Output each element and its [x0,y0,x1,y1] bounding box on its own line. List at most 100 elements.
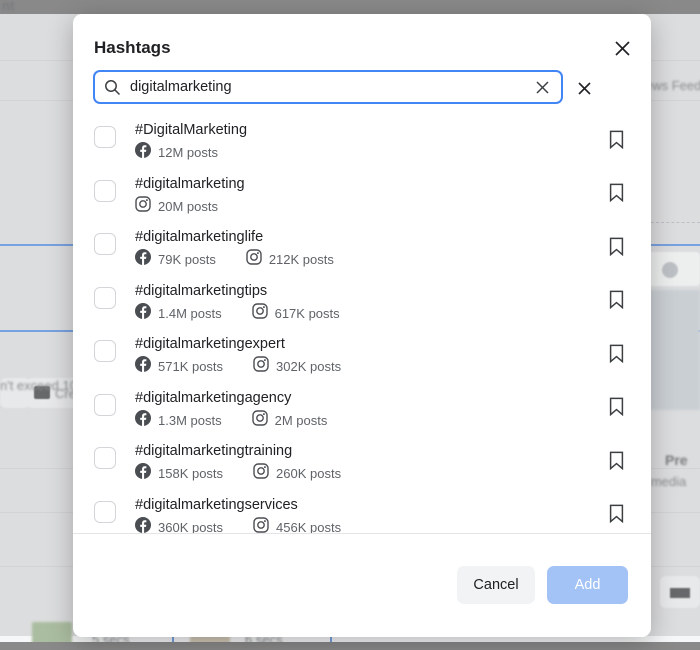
facebook-icon [135,142,151,163]
platform-stat: 571K posts [135,356,223,377]
hashtag-row[interactable]: #digitalmarketingtraining 158K posts 260K … [73,435,651,489]
hashtag-label: #digitalmarketingexpert [135,336,285,352]
hashtag-stats: 1.3M posts 2M posts [135,409,605,431]
platform-stat: 1.4M posts [135,302,222,324]
instagram-icon [253,463,269,484]
post-count: 12M posts [158,145,218,160]
hashtag-checkbox[interactable] [94,233,116,255]
hashtag-rows: #DigitalMarketing 12M posts #digitalmarket… [73,114,651,534]
hashtag-stats: 79K posts 212K posts [135,249,605,270]
hashtag-row-content: #digitalmarketingservices 360K posts 456K … [135,496,605,534]
post-count: 2M posts [274,412,328,428]
hashtag-checkbox[interactable] [94,447,116,469]
platform-stat: 2M posts [251,409,328,431]
post-count: 79K posts [158,252,216,267]
platform-stat: 456K posts [253,516,342,534]
platform-stat: 1.3M posts [135,409,222,431]
post-count: 302K posts [276,359,342,374]
hashtag-row[interactable]: #digitalmarketingexpert 571K posts 302K po… [73,328,651,382]
instagram-icon [135,195,151,217]
hashtag-stats: 1.4M posts 617K posts [135,302,605,324]
hashtag-label: #digitalmarketing [135,175,245,192]
hashtag-stats: 12M posts [135,142,605,163]
facebook-icon [135,356,151,377]
hashtag-label: #DigitalMarketing [135,122,248,138]
hashtag-stats: 158K posts 260K posts [135,463,605,484]
post-count: 1.3M posts [158,412,222,428]
dialog-header: Hashtags [73,14,651,68]
bookmark-icon[interactable] [605,182,627,204]
platform-stat: 302K posts [253,356,341,377]
hashtag-results-list[interactable]: #DigitalMarketing 12M posts #digitalmarket… [73,114,651,534]
search-input[interactable] [130,79,529,95]
post-count: 212K posts [268,252,334,267]
platform-stat: 360K posts [135,516,224,534]
clear-search-icon[interactable] [529,74,555,100]
platform-stat: 260K posts [253,463,341,484]
hashtag-row-content: #digitalmarketingtraining 158K posts 260K … [135,442,605,484]
platform-stat: 12M posts [135,142,218,163]
hashtag-checkbox[interactable] [94,286,116,309]
facebook-icon [135,409,151,431]
post-count: 260K posts [276,466,342,481]
platform-stat: 617K posts [251,302,340,324]
hashtag-checkbox[interactable] [94,393,116,416]
search-icon [104,79,121,96]
bookmark-icon[interactable] [605,342,627,364]
dialog-footer: Cancel Add [73,533,651,637]
hashtag-row-content: #digitalmarketingtips 1.4M posts 617K post… [135,282,605,324]
hashtag-label: #digitalmarketingservices [135,496,298,513]
bookmark-icon[interactable] [605,289,627,311]
hashtag-row[interactable]: #digitalmarketingagency 1.3M posts 2M post… [73,382,651,436]
hashtag-row-content: #digitalmarketinglife 79K posts 212K posts [135,228,605,270]
hashtag-row-content: #digitalmarketing 20M posts [135,175,605,217]
instagram-icon [251,302,268,324]
close-icon[interactable] [607,33,637,63]
hashtag-checkbox[interactable] [94,179,116,202]
hashtag-label: #digitalmarketingagency [135,389,292,406]
hashtag-row-content: #digitalmarketingagency 1.3M posts 2M post… [135,389,605,431]
dialog-title: Hashtags [94,38,171,57]
add-button[interactable]: Add [547,566,628,604]
hashtag-row[interactable]: #DigitalMarketing 12M posts [73,114,651,168]
post-count: 617K posts [274,305,340,321]
hashtag-checkbox[interactable] [94,340,116,362]
platform-stat: 158K posts [135,463,223,484]
bookmark-icon[interactable] [605,503,627,525]
post-count: 1.4M posts [158,305,222,321]
hashtag-row[interactable]: #digitalmarketingservices 360K posts 456K … [73,489,651,534]
hashtag-checkbox[interactable] [94,500,116,523]
facebook-icon [135,463,151,484]
bookmark-icon[interactable] [605,128,627,150]
facebook-icon [135,302,151,324]
instagram-icon [246,249,262,270]
facebook-icon [135,249,151,270]
post-count: 158K posts [158,466,224,481]
bookmark-icon[interactable] [605,396,627,418]
dismiss-search-icon[interactable] [573,77,595,99]
platform-stat: 20M posts [135,195,218,217]
hashtag-label: #digitalmarketingtraining [135,443,293,459]
platform-stat: 212K posts [246,249,334,270]
hashtag-checkbox[interactable] [94,126,116,148]
hashtag-row[interactable]: #digitalmarketingtips 1.4M posts 617K post… [73,275,651,329]
post-count: 20M posts [158,198,218,214]
search-field[interactable] [93,70,563,104]
instagram-icon [253,516,269,534]
instagram-icon [253,356,269,377]
hashtag-label: #digitalmarketinglife [135,229,264,245]
instagram-icon [251,409,268,431]
bookmark-icon[interactable] [605,235,627,257]
hashtag-row-content: #DigitalMarketing 12M posts [135,121,605,163]
hashtag-stats: 20M posts [135,195,605,217]
post-count: 456K posts [276,519,342,534]
cancel-button[interactable]: Cancel [457,566,535,604]
platform-stat: 79K posts [135,249,216,270]
post-count: 571K posts [158,359,224,374]
bookmark-icon[interactable] [605,449,627,471]
hashtag-row[interactable]: #digitalmarketinglife 79K posts 212K posts [73,221,651,275]
hashtag-row[interactable]: #digitalmarketing 20M posts [73,168,651,222]
hashtag-label: #digitalmarketingtips [135,282,268,299]
hashtag-stats: 571K posts 302K posts [135,356,605,377]
post-count: 360K posts [158,519,224,534]
